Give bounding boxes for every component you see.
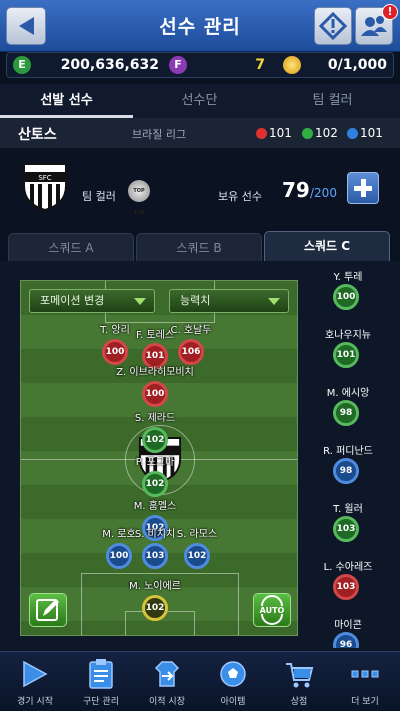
f-coin-icon: F xyxy=(169,56,187,74)
bench-player-maicon[interactable]: 마이콘 96 xyxy=(303,616,393,648)
bench-player-muller[interactable]: T. 윌러 103 xyxy=(303,500,393,542)
svg-text:AUTO: AUTO xyxy=(260,606,285,615)
player-rating: 102 xyxy=(142,471,168,497)
bench-player-suarez[interactable]: L. 수아레즈 103 xyxy=(303,558,393,600)
blue-dot-icon xyxy=(347,128,358,139)
santos-crest-icon: SFC xyxy=(23,163,67,212)
auto-icon: AUTO xyxy=(260,595,285,625)
club-row: 산토스 브라질 리그 101 102 101 xyxy=(0,118,400,148)
player-pogba[interactable]: P. 포그바 xyxy=(115,453,195,468)
player-ibrahimovic[interactable]: Z. 이브라히모비치 xyxy=(115,363,195,378)
bench-player-toure[interactable]: Y. 투레 100 xyxy=(303,268,393,310)
team-color-label: 팀 컬러 xyxy=(82,190,116,203)
e-coin-icon: E xyxy=(13,56,31,74)
page-title: 선수 관리 xyxy=(159,16,241,38)
edit-lineup-button[interactable] xyxy=(29,593,67,627)
player-ramos[interactable]: S. 라모스 xyxy=(157,525,237,540)
bench-list: Y. 투레 100 호나우지뉴 101 M. 에시앙 98 R. 퍼디난드 98… xyxy=(303,268,395,648)
formation-change-button[interactable]: 포메이션 변경 xyxy=(29,289,155,313)
tab-squad-c[interactable]: 스쿼드 C xyxy=(264,231,390,261)
bench-player-ferdinand[interactable]: R. 퍼디난드 98 xyxy=(303,442,393,484)
tab-starting-players[interactable]: 선발 선수 xyxy=(0,84,133,118)
tab-squad-a[interactable]: 스쿼드 A xyxy=(8,233,134,261)
player-rating: 106 xyxy=(178,339,204,365)
player-rating: 103 xyxy=(333,574,359,600)
player-gerrard[interactable]: S. 제라드 xyxy=(115,409,195,424)
nav-shop[interactable]: 상점 xyxy=(266,652,332,711)
e-currency-value: 200,636,632 xyxy=(60,57,159,73)
dropdown-arrow-icon xyxy=(268,298,280,305)
nav-items[interactable]: 아이템 xyxy=(200,652,266,711)
pitch: 포메이션 변경 능력치 T. 앙리 100 F. 토레스 101 C. 호날두 … xyxy=(20,280,298,636)
top-bar: 선수 관리 ! xyxy=(0,0,400,52)
player-rating: 96 xyxy=(333,632,359,648)
player-rating: 101 xyxy=(333,342,359,368)
pencil-icon xyxy=(36,599,59,621)
tab-squad[interactable]: 선수단 xyxy=(133,84,266,118)
tab-squad-b[interactable]: 스쿼드 B xyxy=(136,233,262,261)
player-rating: 102 xyxy=(142,427,168,453)
svg-text:SFC: SFC xyxy=(38,174,51,182)
player-rating: 100 xyxy=(106,543,132,569)
gold-currency: 0/1,000 xyxy=(283,56,391,76)
back-arrow-icon xyxy=(19,17,34,35)
nav-more[interactable]: 더 보기 xyxy=(332,652,398,711)
bench-player-essien[interactable]: M. 에시앙 98 xyxy=(303,384,393,426)
sort-ability-dropdown[interactable]: 능력치 xyxy=(169,289,289,313)
player-rating: 103 xyxy=(333,516,359,542)
clipboard-icon xyxy=(89,659,113,689)
player-rating: 100 xyxy=(333,284,359,310)
bench-player-ronaldinho[interactable]: 호나우지뉴 101 xyxy=(303,326,393,368)
gold-coin-icon xyxy=(283,56,301,74)
squad-tabs: 스쿼드 A 스쿼드 B 스쿼드 C xyxy=(0,231,400,261)
cart-icon xyxy=(286,663,314,688)
f-currency: F 7 xyxy=(169,56,269,76)
owned-players-max: /200 xyxy=(310,186,337,200)
auto-lineup-button[interactable]: AUTO xyxy=(253,593,291,627)
league-name: 브라질 리그 xyxy=(132,128,187,141)
gold-currency-value: 0/1,000 xyxy=(327,57,387,73)
nav-club-management[interactable]: 구단 관리 xyxy=(68,652,134,711)
player-rating: 100 xyxy=(102,339,128,365)
player-rating: 98 xyxy=(333,458,359,484)
club-info-row: SFC 팀 컬러 TOP 100 보유 선수 79 /200 xyxy=(0,148,400,226)
player-hummels[interactable]: M. 훔멜스 xyxy=(115,497,195,512)
transfer-icon xyxy=(154,661,180,687)
ball-icon xyxy=(220,661,246,687)
player-rating: 102 xyxy=(184,543,210,569)
play-icon xyxy=(23,660,48,688)
owned-players-label: 보유 선수 xyxy=(218,190,262,203)
red-dot-icon xyxy=(256,128,267,139)
notification-badge: ! xyxy=(382,4,398,20)
tab-team-color[interactable]: 팀 컬러 xyxy=(266,84,399,118)
more-icon xyxy=(351,670,379,678)
player-ronaldo[interactable]: C. 호날두 xyxy=(151,321,231,336)
back-button[interactable] xyxy=(6,7,46,45)
player-rating: 98 xyxy=(333,400,359,426)
nav-transfer-market[interactable]: 이적 시장 xyxy=(134,652,200,711)
e-currency: E 200,636,632 xyxy=(13,56,159,76)
currency-bar: E 200,636,632 F 7 0/1,000 xyxy=(6,52,394,78)
main-tabs: 선발 선수 선수단 팀 컬러 xyxy=(0,84,400,118)
top100-badge[interactable]: TOP 100 xyxy=(128,180,150,216)
bottom-nav: 경기 시작 구단 관리 이적 시장 아이템 상점 더 보기 xyxy=(0,651,400,711)
player-neuer[interactable]: M. 노이에르 xyxy=(115,577,195,592)
owned-players-count: 79 xyxy=(282,178,310,202)
green-dot-icon xyxy=(302,128,313,139)
add-slots-button[interactable] xyxy=(347,172,379,204)
player-rating: 103 xyxy=(142,543,168,569)
club-name: 산토스 xyxy=(18,127,57,143)
nav-match-start[interactable]: 경기 시작 xyxy=(2,652,68,711)
dropdown-arrow-icon xyxy=(134,298,146,305)
f-currency-value: 7 xyxy=(255,57,265,73)
warning-icon xyxy=(318,11,348,41)
player-rating: 100 xyxy=(142,381,168,407)
player-rating: 102 xyxy=(142,595,168,621)
alert-button[interactable] xyxy=(314,7,352,45)
